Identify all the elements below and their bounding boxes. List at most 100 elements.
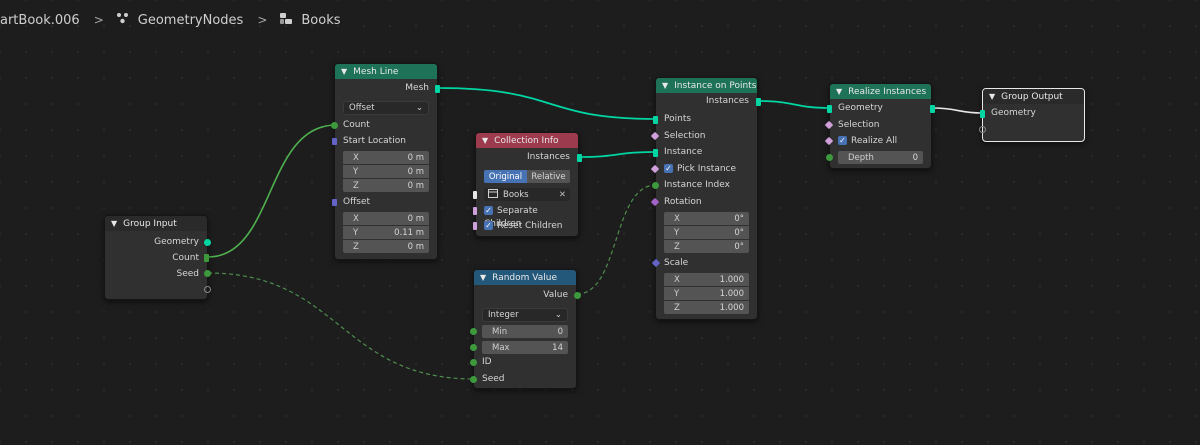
instances-socket[interactable]	[577, 154, 582, 162]
mesh-line-header[interactable]: ▼ Mesh Line	[335, 64, 437, 79]
rotation-x-field[interactable]: X 0°	[664, 212, 749, 225]
realize-instances-node[interactable]: ▼ Realize Instances Geometry Selection ✓…	[824, 83, 935, 169]
checkbox-icon[interactable]: ✓	[664, 164, 673, 173]
breadcrumb-modifier[interactable]: GeometryNodes	[116, 12, 244, 28]
offset-label: Offset	[343, 197, 371, 207]
collection-socket[interactable]	[473, 191, 477, 199]
rotation-z-field[interactable]: Z 0°	[664, 240, 749, 253]
field-value: 0 m	[407, 152, 424, 163]
start-location-z-field[interactable]: Z 0 m	[343, 179, 429, 192]
scale-y-field[interactable]: Y 1.000	[664, 287, 749, 300]
field-value: 1.000	[719, 302, 744, 313]
random-value-node[interactable]: ▼ Random Value Value Integer ⌄ Min 0 Max 1…	[470, 269, 581, 389]
geometry-socket[interactable]	[204, 239, 211, 246]
empty-socket[interactable]	[979, 126, 986, 133]
points-socket[interactable]	[653, 116, 658, 124]
value-socket[interactable]	[574, 292, 581, 299]
output-instances-label: Instances	[527, 152, 570, 162]
max-socket[interactable]	[470, 344, 477, 351]
empty-socket[interactable]	[204, 286, 211, 293]
geometry-input-socket[interactable]	[980, 110, 985, 118]
depth-socket[interactable]	[826, 154, 833, 161]
checkbox-icon[interactable]: ✓	[484, 221, 493, 230]
clear-icon[interactable]: ✕	[559, 190, 566, 200]
min-field[interactable]: Min 0	[482, 325, 568, 338]
offset-z-field[interactable]: Z 0 m	[343, 240, 429, 253]
link-mesh-to-points	[437, 87, 657, 120]
seed-input-socket[interactable]	[470, 376, 477, 383]
relative-option[interactable]: Relative	[527, 170, 570, 183]
start-location-x-field[interactable]: X 0 m	[343, 151, 429, 164]
group-output-header[interactable]: ▼ Group Output	[983, 89, 1084, 104]
instances-output-socket[interactable]	[756, 98, 761, 106]
mode-value: Offset	[349, 103, 375, 113]
geometry-input-socket[interactable]	[827, 105, 832, 113]
rotation-y-field[interactable]: Y 0°	[664, 226, 749, 239]
collection-info-node[interactable]: ▼ Collection Info Instances Original Rel…	[473, 132, 582, 237]
breadcrumb-object-label: artBook.006	[0, 12, 80, 28]
scale-z-field[interactable]: Z 1.000	[664, 301, 749, 314]
instance-index-socket[interactable]	[652, 182, 659, 189]
min-socket[interactable]	[470, 328, 477, 335]
original-option[interactable]: Original	[484, 170, 527, 183]
axis-label: X	[674, 274, 680, 285]
axis-label: Y	[674, 227, 680, 238]
max-field[interactable]: Max 14	[482, 341, 568, 354]
mesh-line-node[interactable]: ▼ Mesh Line Mesh Offset ⌄ Count Start Lo…	[331, 63, 440, 260]
reset-children-row[interactable]: ✓ Reset Children	[484, 220, 570, 233]
breadcrumb-node-tree[interactable]: Books	[279, 12, 341, 29]
count-input-socket[interactable]	[331, 122, 338, 129]
field-value: 1.000	[719, 274, 744, 285]
collapse-chevron-icon[interactable]: ▼	[662, 81, 668, 90]
realize-all-row[interactable]: ✓ Realize All	[838, 135, 923, 148]
depth-field[interactable]: Depth 0	[838, 151, 923, 164]
breadcrumb-object[interactable]: artBook.006	[0, 13, 80, 28]
node-tree-icon	[279, 12, 293, 29]
realize-instances-header[interactable]: ▼ Realize Instances	[830, 84, 931, 99]
chevron-right-icon: >	[93, 13, 104, 27]
checkbox-icon[interactable]: ✓	[838, 136, 847, 145]
instance-socket[interactable]	[653, 149, 658, 157]
separate-children-row[interactable]: ✓ Separate Children	[484, 205, 570, 229]
geometry-label: Geometry	[838, 103, 883, 113]
collapse-chevron-icon[interactable]: ▼	[989, 92, 995, 101]
mode-dropdown[interactable]: Offset ⌄	[343, 101, 429, 115]
collapse-chevron-icon[interactable]: ▼	[480, 273, 486, 282]
collapse-chevron-icon[interactable]: ▼	[836, 87, 842, 96]
group-output-node[interactable]: ▼ Group Output Geometry	[979, 88, 1085, 142]
collapse-chevron-icon[interactable]: ▼	[111, 219, 117, 228]
max-value: 14	[552, 342, 563, 353]
checkbox-icon[interactable]: ✓	[484, 206, 493, 215]
collapse-chevron-icon[interactable]: ▼	[482, 136, 488, 145]
pick-instance-row[interactable]: ✓ Pick Instance	[664, 163, 749, 176]
scale-x-field[interactable]: X 1.000	[664, 273, 749, 286]
axis-label: Z	[353, 241, 359, 252]
count-socket[interactable]	[204, 254, 209, 262]
instance-on-points-header[interactable]: ▼ Instance on Points	[656, 78, 757, 93]
breadcrumb-modifier-label: GeometryNodes	[137, 12, 244, 28]
offset-y-field[interactable]: Y 0.11 m	[343, 226, 429, 239]
group-input-header[interactable]: ▼ Group Input	[105, 216, 207, 231]
link-count-to-meshline	[207, 124, 337, 258]
output-geometry-label: Geometry	[154, 237, 199, 247]
random-value-header[interactable]: ▼ Random Value	[474, 270, 576, 285]
collection-field[interactable]: Books ✕	[484, 188, 570, 201]
reset-children-socket[interactable]	[473, 222, 477, 230]
mesh-socket[interactable]	[435, 85, 440, 93]
offset-socket[interactable]	[332, 199, 337, 206]
geometry-output-socket[interactable]	[930, 105, 935, 113]
axis-label: X	[353, 213, 359, 224]
instance-on-points-node[interactable]: ▼ Instance on Points Instances Points Se…	[650, 77, 761, 320]
collection-info-header[interactable]: ▼ Collection Info	[476, 133, 578, 148]
group-input-node[interactable]: ▼ Group Input Geometry Count Seed	[104, 215, 211, 300]
seed-socket[interactable]	[204, 270, 211, 277]
offset-x-field[interactable]: X 0 m	[343, 212, 429, 225]
start-location-socket[interactable]	[332, 138, 337, 145]
id-socket[interactable]	[470, 359, 477, 366]
start-location-y-field[interactable]: Y 0 m	[343, 165, 429, 178]
separate-children-socket[interactable]	[473, 207, 477, 215]
collapse-chevron-icon[interactable]: ▼	[341, 67, 347, 76]
axis-label: X	[353, 152, 359, 163]
field-value: 0 m	[407, 241, 424, 252]
data-type-dropdown[interactable]: Integer ⌄	[482, 308, 568, 322]
